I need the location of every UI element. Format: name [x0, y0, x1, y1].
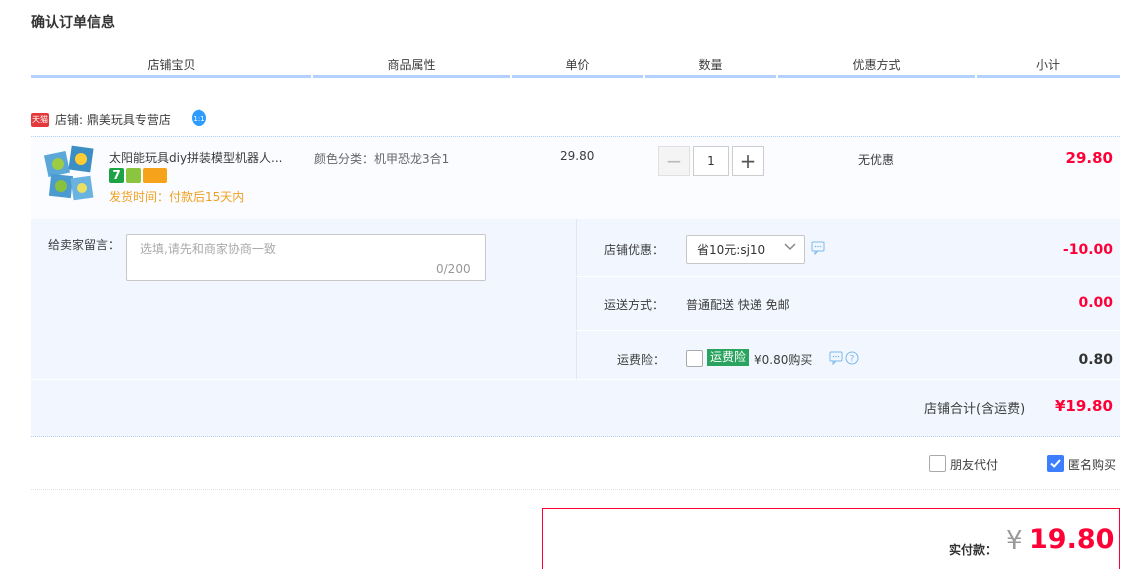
header-separator — [643, 72, 645, 78]
shop-coupon-selected: 省10元:sj10 — [697, 243, 766, 257]
header-separator — [975, 72, 977, 78]
shop-coupon-label: 店铺优惠： — [604, 243, 665, 257]
svg-text:1:1: 1:1 — [193, 115, 204, 123]
row-divider — [31, 379, 1120, 380]
header-quantity: 数量 — [698, 58, 723, 72]
checkmark-icon — [1050, 459, 1061, 468]
header-separator — [510, 72, 512, 78]
anonymous-label[interactable]: 匿名购买 — [1068, 456, 1116, 473]
header-discount: 优惠方式 — [852, 58, 901, 72]
shop-total-label: 店铺合计(含运费) — [924, 402, 1026, 417]
card-payment-icon[interactable] — [143, 168, 167, 183]
insurance-tag: 运费险 — [707, 349, 750, 366]
header-separator — [776, 72, 778, 78]
tmall-icon: 天猫 — [31, 113, 49, 127]
unit-price: 29.80 — [560, 149, 595, 163]
help-icon[interactable]: ? — [845, 351, 859, 365]
quantity-plus-button[interactable]: + — [732, 146, 764, 176]
quantity-input[interactable]: 1 — [693, 146, 729, 176]
friend-pay-checkbox[interactable] — [929, 455, 946, 472]
product-title-link[interactable]: 太阳能玩具diy拼装模型机器人... — [109, 149, 309, 166]
anonymous-checkbox[interactable] — [1047, 455, 1064, 472]
shop-total-value: ¥19.80 — [1055, 397, 1113, 415]
shipping-value: 0.00 — [1078, 295, 1113, 311]
header-attributes: 商品属性 — [387, 58, 436, 72]
insurance-value: 0.80 — [1078, 352, 1113, 368]
quantity-minus-button[interactable]: − — [658, 146, 690, 176]
comment-icon[interactable] — [829, 351, 843, 366]
chevron-down-icon — [783, 240, 797, 254]
seven-day-return-icon[interactable]: 7 — [109, 168, 124, 183]
shop-coupon-value: -10.00 — [1062, 242, 1113, 258]
payment-label: 实付款： — [949, 543, 998, 557]
product-thumbnail[interactable] — [43, 145, 96, 203]
row-divider — [576, 330, 1120, 331]
header-subtotal: 小计 — [1035, 58, 1060, 72]
header-underline — [31, 75, 1120, 78]
comment-icon[interactable] — [811, 241, 825, 256]
shipping-method: 普通配送 快递 免邮 — [686, 298, 790, 312]
header-separator — [311, 72, 313, 78]
message-placeholder: 选填,请先和商家协商一致 — [140, 242, 276, 256]
wangwang-chat-icon[interactable]: 1:1 — [190, 109, 208, 127]
insurance-checkbox[interactable] — [686, 350, 703, 367]
ship-time: 发货时间：付款后15天内 — [109, 190, 245, 204]
friend-pay-label[interactable]: 朋友代付 — [950, 456, 998, 473]
table-header: 店铺宝贝 商品属性 单价 数量 优惠方式 小计 — [31, 56, 1120, 76]
product-sku: 颜色分类：机甲恐龙3合1 — [314, 152, 450, 166]
insurance-label: 运费险： — [617, 353, 666, 367]
header-shop-item: 店铺宝贝 — [147, 58, 196, 72]
message-char-count: 0/200 — [436, 262, 471, 276]
shipping-label: 运送方式： — [604, 298, 665, 312]
service-icons: 7 — [109, 168, 169, 184]
message-label: 给卖家留言： — [48, 238, 121, 252]
payment-currency: ¥ — [1006, 526, 1023, 556]
insurance-price: ¥0.80购买 — [754, 353, 813, 367]
item-subtotal: 29.80 — [1065, 149, 1113, 167]
page-title: 确认订单信息 — [31, 15, 115, 31]
row-divider — [576, 276, 1120, 277]
header-unit-price: 单价 — [565, 58, 590, 72]
svg-text:?: ? — [850, 355, 855, 365]
shop-guarantee-icon[interactable] — [126, 168, 141, 183]
payment-total: 19.80 — [1029, 524, 1115, 555]
shop-name[interactable]: 店铺: 鼎美玩具专营店 — [55, 111, 171, 128]
discount-method: 无优惠 — [858, 153, 895, 167]
divider — [31, 489, 1120, 491]
